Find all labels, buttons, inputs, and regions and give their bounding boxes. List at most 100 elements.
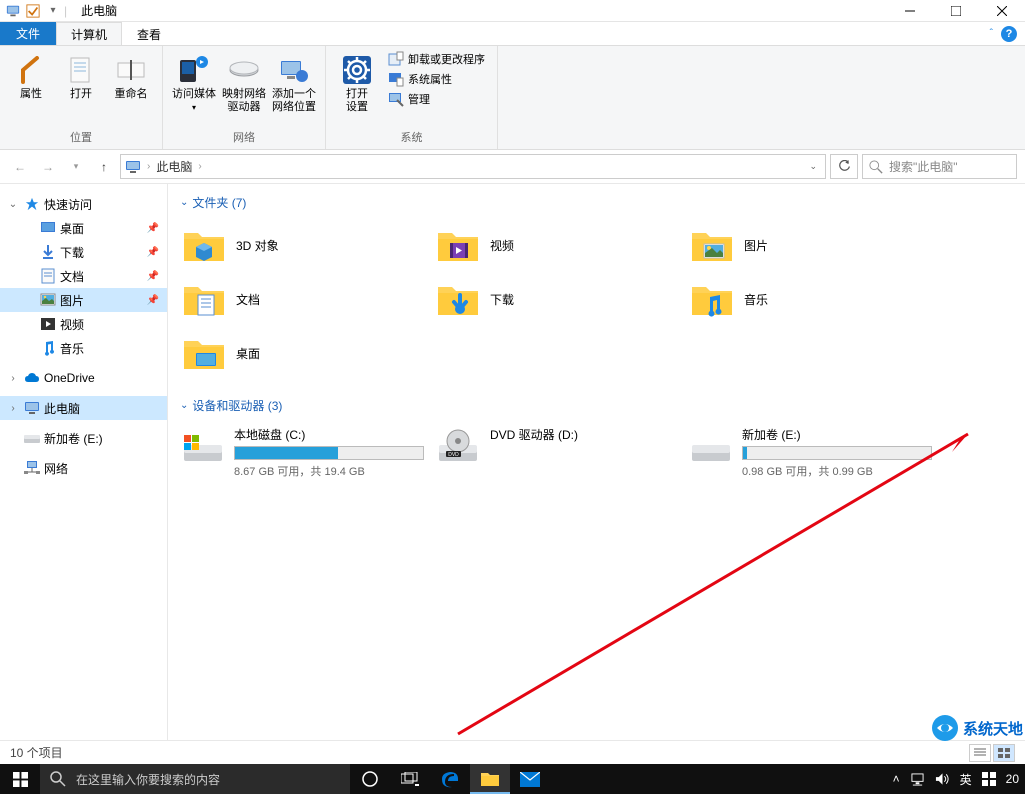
maximize-button[interactable] bbox=[933, 0, 979, 22]
ribbon-file-tab[interactable]: 文件 bbox=[0, 22, 56, 45]
ribbon-tabs: 文件 计算机 查看 ˆ ? bbox=[0, 22, 1025, 46]
manage-button[interactable]: 管理 bbox=[384, 90, 489, 108]
start-button[interactable] bbox=[0, 764, 40, 794]
chevron-down-icon: ⌄ bbox=[180, 400, 188, 411]
breadcrumb[interactable]: 此电脑 bbox=[156, 158, 192, 175]
tree-item[interactable]: 音乐 bbox=[0, 336, 167, 360]
open-settings-button[interactable]: 打开 设置 bbox=[334, 50, 380, 114]
folder-item[interactable]: 3D 对象 bbox=[180, 219, 420, 271]
network-icon bbox=[24, 460, 40, 476]
folder-item[interactable]: 视频 bbox=[434, 219, 674, 271]
folder-icon bbox=[40, 292, 56, 308]
tree-item[interactable]: 桌面📌 bbox=[0, 216, 167, 240]
rename-button[interactable]: 重命名 bbox=[108, 50, 154, 101]
item-count: 10 个项目 bbox=[10, 744, 63, 761]
folder-item[interactable]: 桌面 bbox=[180, 327, 420, 379]
drive-item[interactable]: 新加卷 (E:)0.98 GB 可用，共 0.99 GB bbox=[688, 422, 928, 481]
ime-mode-icon[interactable] bbox=[982, 772, 996, 786]
taskbar-explorer-icon[interactable] bbox=[470, 764, 510, 794]
task-view-button[interactable] bbox=[390, 764, 430, 794]
system-properties-button[interactable]: 系统属性 bbox=[384, 70, 489, 88]
qat-checkbox-icon[interactable] bbox=[24, 2, 42, 20]
folder-icon bbox=[436, 277, 480, 321]
search-input[interactable]: 搜索"此电脑" bbox=[862, 154, 1017, 179]
map-drive-button[interactable]: 映射网络 驱动器 bbox=[221, 50, 267, 114]
folder-icon bbox=[182, 331, 226, 375]
cloud-icon bbox=[24, 370, 40, 386]
tree-item[interactable]: 文档📌 bbox=[0, 264, 167, 288]
nav-back-button[interactable]: ← bbox=[8, 155, 32, 179]
folder-icon bbox=[690, 277, 734, 321]
tiles-view-button[interactable] bbox=[993, 744, 1015, 762]
ribbon-body: 属性 打开 重命名 位置 访问媒体▾ 映射网络 驱动器 bbox=[0, 46, 1025, 150]
system-tray: ˄ 英 20 bbox=[893, 771, 1025, 788]
tray-time[interactable]: 20 bbox=[1006, 772, 1019, 786]
folder-icon bbox=[40, 244, 56, 260]
uninstall-programs-button[interactable]: 卸载或更改程序 bbox=[384, 50, 489, 68]
tree-onedrive[interactable]: › OneDrive bbox=[0, 366, 167, 390]
volume-tray-icon[interactable] bbox=[935, 772, 950, 786]
refresh-button[interactable] bbox=[830, 154, 858, 179]
ribbon-tab-computer[interactable]: 计算机 bbox=[56, 22, 122, 45]
address-dropdown-icon[interactable]: ⌄ bbox=[809, 161, 817, 172]
pc-icon bbox=[125, 159, 141, 175]
ribbon-collapse-icon[interactable]: ˆ bbox=[990, 28, 993, 39]
chevron-right-icon: › bbox=[6, 373, 20, 384]
folder-item[interactable]: 下载 bbox=[434, 273, 674, 325]
pin-icon: 📌 bbox=[147, 295, 159, 306]
properties-button[interactable]: 属性 bbox=[8, 50, 54, 101]
folders-group-header[interactable]: ⌄ 文件夹 (7) bbox=[180, 194, 1013, 211]
details-view-button[interactable] bbox=[969, 744, 991, 762]
tree-item[interactable]: 视频 bbox=[0, 312, 167, 336]
chevron-down-icon: ⌄ bbox=[180, 197, 188, 208]
tree-new-volume[interactable]: 新加卷 (E:) bbox=[0, 426, 167, 450]
qat-dropdown-icon[interactable]: ▾ bbox=[44, 2, 62, 20]
network-tray-icon[interactable] bbox=[910, 773, 925, 786]
ribbon-group-network: 访问媒体▾ 映射网络 驱动器 添加一个 网络位置 网络 bbox=[163, 46, 326, 149]
ime-indicator[interactable]: 英 bbox=[960, 771, 972, 788]
help-icon[interactable]: ? bbox=[1001, 26, 1017, 42]
chevron-down-icon: ⌄ bbox=[6, 199, 20, 210]
titlebar: ▾ | 此电脑 bbox=[0, 0, 1025, 22]
folder-icon bbox=[182, 223, 226, 267]
folder-icon bbox=[182, 277, 226, 321]
folder-icon bbox=[690, 223, 734, 267]
taskbar-search[interactable]: 在这里输入你要搜索的内容 bbox=[40, 764, 350, 794]
tree-this-pc[interactable]: › 此电脑 bbox=[0, 396, 167, 420]
folder-item[interactable]: 文档 bbox=[180, 273, 420, 325]
navigation-pane: ⌄ 快速访问 桌面📌下载📌文档📌图片📌视频音乐 › OneDrive › 此电脑… bbox=[0, 184, 168, 740]
cortana-button[interactable] bbox=[350, 764, 390, 794]
tree-item[interactable]: 下载📌 bbox=[0, 240, 167, 264]
pin-icon: 📌 bbox=[147, 247, 159, 258]
search-icon bbox=[50, 771, 66, 787]
tray-chevron-icon[interactable]: ˄ bbox=[893, 772, 900, 786]
system-menu-icon[interactable] bbox=[4, 2, 22, 20]
folder-item[interactable]: 图片 bbox=[688, 219, 928, 271]
nav-up-button[interactable]: ↑ bbox=[92, 155, 116, 179]
drive-item[interactable]: 本地磁盘 (C:)8.67 GB 可用，共 19.4 GB bbox=[180, 422, 420, 481]
address-input[interactable]: › 此电脑 › ⌄ bbox=[120, 154, 826, 179]
folder-icon bbox=[40, 268, 56, 284]
address-bar: ← → ▾ ↑ › 此电脑 › ⌄ 搜索"此电脑" bbox=[0, 150, 1025, 184]
nav-forward-button[interactable]: → bbox=[36, 155, 60, 179]
tree-quick-access[interactable]: ⌄ 快速访问 bbox=[0, 192, 167, 216]
ribbon-tab-view[interactable]: 查看 bbox=[122, 22, 176, 45]
drive-icon bbox=[24, 430, 40, 446]
taskbar-mail-icon[interactable] bbox=[510, 764, 550, 794]
add-network-location-button[interactable]: 添加一个 网络位置 bbox=[271, 50, 317, 114]
nav-recent-dropdown[interactable]: ▾ bbox=[64, 155, 88, 179]
close-button[interactable] bbox=[979, 0, 1025, 22]
drive-item[interactable]: DVDDVD 驱动器 (D:) bbox=[434, 422, 674, 481]
access-media-button[interactable]: 访问媒体▾ bbox=[171, 50, 217, 114]
tree-item[interactable]: 图片📌 bbox=[0, 288, 167, 312]
taskbar-edge-icon[interactable] bbox=[430, 764, 470, 794]
tree-network[interactable]: 网络 bbox=[0, 456, 167, 480]
open-button[interactable]: 打开 bbox=[58, 50, 104, 101]
folder-item[interactable]: 音乐 bbox=[688, 273, 928, 325]
pin-icon: 📌 bbox=[147, 223, 159, 234]
search-icon bbox=[869, 160, 883, 174]
minimize-button[interactable] bbox=[887, 0, 933, 22]
pin-icon: 📌 bbox=[147, 271, 159, 282]
drives-group-header[interactable]: ⌄ 设备和驱动器 (3) bbox=[180, 397, 1013, 414]
taskbar: 在这里输入你要搜索的内容 ˄ 英 20 bbox=[0, 764, 1025, 794]
